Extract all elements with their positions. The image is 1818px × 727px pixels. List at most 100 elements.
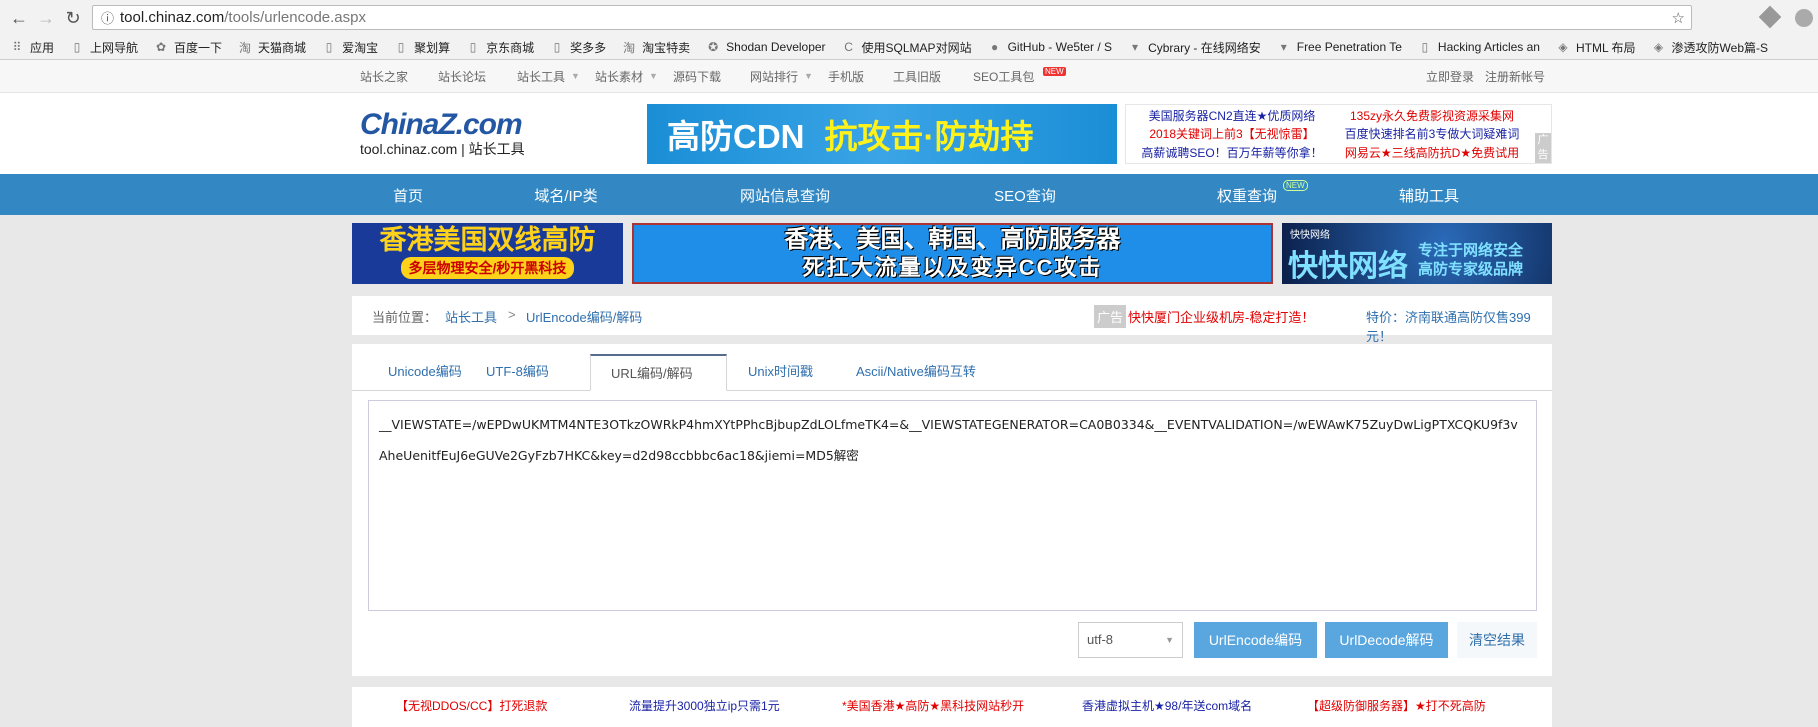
bookmark-item[interactable]: ▯ 上网导航 [70,39,138,56]
bookmark-item[interactable]: ▯ Hacking Articles an [1418,40,1540,54]
footer-ad[interactable]: *美国香港★高防★黑科技网站秒开 [842,697,1024,714]
bookmarks-bar: ⠿ 应用 ▯ 上网导航 ✿ 百度一下淘天猫商城 ▯ 爱淘宝 ▯ 聚划算 ▯ 京东商城 ▯ 奖多多淘淘宝特卖… [0,35,1818,60]
tab-utf8[interactable]: UTF-8编码 [466,354,569,391]
bookmark-item[interactable]: ▯ 京东商城 [466,39,534,56]
bookmark-label: 渗透攻防Web篇-S [1671,40,1768,55]
text-ad[interactable]: 特价：济南联通高防仅售399元！ [1366,307,1552,345]
text-ad[interactable]: 快快厦门企业级机房-稳定打造！ [1128,307,1314,326]
topnav-item[interactable]: 站长工具 [517,68,565,85]
topnav-item[interactable]: 源码下载 [673,68,721,85]
nav-item-weight[interactable]: 权重查询 [1217,185,1277,206]
footer-ad[interactable]: 【无视DDOS/CC】打死退款 [396,697,547,714]
clear-result-button[interactable]: 清空结果 [1457,622,1537,658]
bookmark-icon: ▯ [553,40,561,54]
topnav-item[interactable]: 工具旧版 [893,68,941,85]
bookmark-label: 天猫商城 [258,40,307,55]
banner-subtitle: 多层物理安全/秒开黑科技 [400,257,575,279]
extension-icon[interactable] [1795,9,1813,27]
bookmark-icon: ◈ [1653,40,1664,54]
banner-brand: 快快网络 [1290,230,1330,241]
nav-item-home[interactable]: 首页 [393,185,423,206]
bookmark-item[interactable]: 淘淘宝特卖 [622,39,690,56]
login-link[interactable]: 立即登录 [1426,68,1474,85]
url-host: tool.chinaz.com [120,9,225,26]
topnav-item[interactable]: 站长论坛 [438,68,486,85]
nav-item-domain-ip[interactable]: 域名/IP类 [534,185,597,206]
bookmark-star-icon[interactable]: ☆ [1672,9,1685,27]
address-bar[interactable]: ⓘ tool.chinaz.com/tools/urlencode.aspx ☆ [92,5,1692,30]
topnav-item[interactable]: SEO工具包 [973,68,1034,85]
chinaz-logo[interactable]: ChinaZ.com tool.chinaz.com | 站长工具 [360,108,525,159]
text-ad[interactable]: 美国服务器CN2直连★优质网络 [1132,108,1332,126]
cdn-ad-banner[interactable]: 高防CDN 抗攻击·防劫持 [647,104,1117,164]
footer-ad[interactable]: 香港虚拟主机★98/年送com域名 [1082,697,1252,714]
ad-banner-kuaikuai[interactable]: 快快网络 快快网络 专注于网络安全 高防专家级品牌 [1282,223,1552,284]
nav-item-tools[interactable]: 辅助工具 [1399,185,1459,206]
footer-ad[interactable]: 流量提升3000独立ip只需1元 [629,697,780,714]
tab-url-encode[interactable]: URL编码/解码 [590,354,727,391]
topnav-item[interactable]: 站长素材 [595,68,643,85]
info-icon: ⓘ [101,11,115,26]
bookmark-item[interactable]: ▾ Cybrary - 在线网络安 [1128,39,1261,56]
text-ad-block: 美国服务器CN2直连★优质网络 135zy永久免费影视资源采集网 2018关键词… [1125,104,1552,164]
tab-unix-timestamp[interactable]: Unix时间戳 [728,354,833,391]
url-input-textarea[interactable]: __VIEWSTATE=/wEPDwUKMTM4NTE3OTkzOWRkP4hm… [368,400,1537,611]
reload-icon[interactable]: ↻ [62,7,84,29]
url-path: /tools/urlencode.aspx [224,9,366,26]
bookmark-item[interactable]: C 使用SQLMAP对网站 [842,39,972,56]
bookmark-label: 使用SQLMAP对网站 [861,40,972,55]
bookmark-item[interactable]: ◈ 渗透攻防Web篇-S [1652,39,1768,56]
bookmark-label: 京东商城 [486,40,535,55]
bookmark-item[interactable]: ▯ 聚划算 [394,39,450,56]
bookmark-item[interactable]: ◈ HTML 布局 [1556,39,1635,56]
banner-text: 高防CDN [667,118,805,155]
register-link[interactable]: 注册新帐号 [1485,68,1545,85]
ad-label: 广告 [1094,305,1127,328]
topnav-item[interactable]: 网站排行 [750,68,798,85]
text-ad[interactable]: 2018关键词上前3【无视惊雷】 [1132,126,1332,144]
new-badge: NEW [1283,180,1308,191]
site-header: ChinaZ.com tool.chinaz.com | 站长工具 高防CDN … [0,93,1818,174]
bookmark-item[interactable]: ▯ 奖多多 [550,39,606,56]
ad-banner-hk-us[interactable]: 香港美国双线高防 多层物理安全/秒开黑科技 [352,223,623,284]
text-ad[interactable]: 百度快速排名前3专做大词疑难词 [1332,126,1532,144]
banner-title: 快快网络 [1288,250,1408,283]
footer-ad[interactable]: 【超级防御服务器】★打不死高防 [1307,697,1486,714]
bookmark-item[interactable]: ⠿ 应用 [10,39,54,56]
bookmark-item[interactable]: ▯ 爱淘宝 [322,39,378,56]
nav-item-site-info[interactable]: 网站信息查询 [740,185,830,206]
bookmark-icon: ▾ [1280,40,1287,54]
bookmark-icon: ▯ [397,40,405,54]
text-ad[interactable]: 网易云★三线高防抗D★免费试用 [1332,145,1532,163]
url-decode-button[interactable]: UrlDecode解码 [1325,622,1448,658]
caret-down-icon: ▼ [571,71,580,81]
url-encode-button[interactable]: UrlEncode编码 [1194,622,1317,658]
bookmark-item[interactable]: ✿ 百度一下 [154,39,222,56]
charset-select[interactable]: utf-8 ▼ [1078,622,1183,658]
bookmark-icon: 淘 [239,40,252,55]
breadcrumb-link[interactable]: 站长工具 [445,307,497,326]
ad-banner-servers[interactable]: 香港、美国、韩国、高防服务器 死扛大流量以及变异CC攻击 [632,223,1273,284]
bookmark-item[interactable]: 淘天猫商城 [238,39,306,56]
caret-down-icon: ▼ [649,71,658,81]
forward-icon[interactable]: → [35,7,57,29]
nav-item-seo[interactable]: SEO查询 [994,185,1056,206]
tab-unicode[interactable]: Unicode编码 [368,354,482,391]
bookmark-item[interactable]: ▾ Free Penetration Te [1277,40,1402,54]
extension-icon[interactable] [1758,5,1782,29]
banner-line: 死扛大流量以及变异CC攻击 [802,255,1103,280]
tab-ascii-native[interactable]: Ascii/Native编码互转 [836,354,996,391]
logo-subtitle: tool.chinaz.com | 站长工具 [360,141,525,157]
text-ad[interactable]: 高薪诚聘SEO！百万年薪等你拿！ [1132,145,1332,163]
banner-title: 香港美国双线高防 [379,225,596,255]
back-icon[interactable]: ← [8,7,30,29]
topnav-item[interactable]: 站长之家 [360,68,408,85]
text-ad[interactable]: 135zy永久免费影视资源采集网 [1332,108,1532,126]
bookmark-item[interactable]: ✪ Shodan Developer [706,40,825,54]
bookmark-label: 奖多多 [570,40,607,55]
topnav-item[interactable]: 手机版 [828,68,864,85]
caret-down-icon: ▼ [1165,635,1174,645]
bookmark-icon: ✿ [156,40,167,54]
bookmark-icon: ▯ [325,40,333,54]
bookmark-item[interactable]: ● GitHub - We5ter / S [988,40,1112,54]
